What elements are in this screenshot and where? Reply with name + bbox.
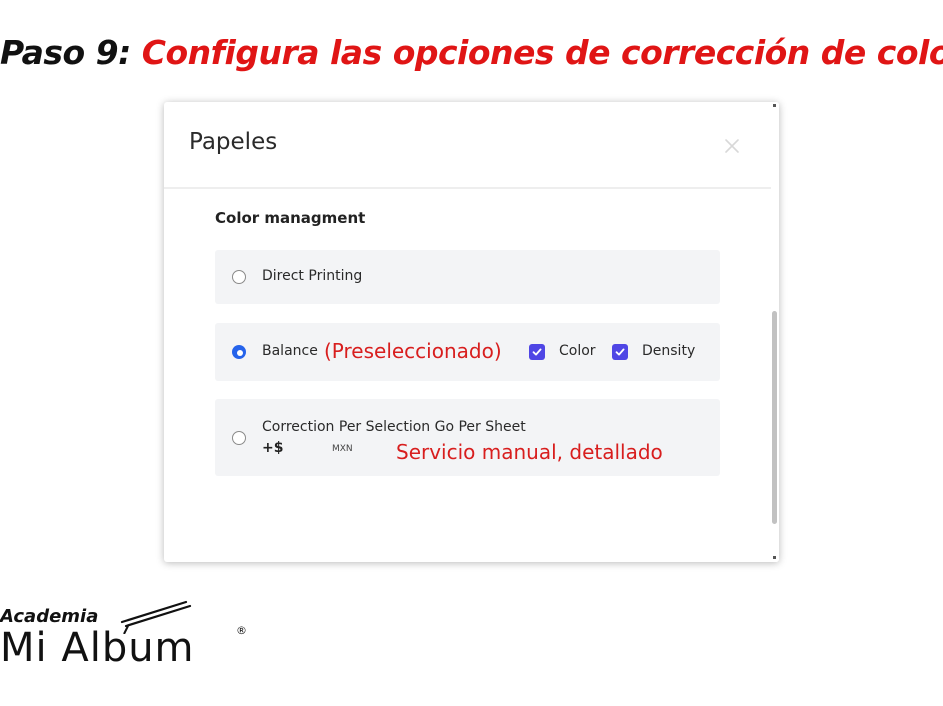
close-icon[interactable] [718,132,746,160]
logo-mi-album-text: Mi Album [0,625,195,671]
checkbox-label-density: Density [642,343,696,359]
modal-header: Papeles [164,102,771,189]
scrollbar-thumb[interactable] [772,311,777,524]
option-label: Balance [262,343,318,359]
modal-title: Papeles [189,129,278,155]
option-label: Direct Printing [262,268,363,284]
annotation-manual-service: Servicio manual, detallado [396,440,663,464]
logo-academia-text: Academia [0,606,99,627]
option-correction-per-selection[interactable]: Correction Per Selection Go Per Sheet +$… [215,399,720,476]
check-icon [532,348,542,356]
option-direct-printing[interactable]: Direct Printing [215,250,720,304]
option-label: Correction Per Selection Go Per Sheet [262,419,526,435]
checkbox-color[interactable] [529,344,545,360]
price-prefix: +$ [262,440,284,456]
radio-direct-printing[interactable] [232,270,246,284]
radio-balance[interactable] [232,345,246,359]
step-prefix: Paso 9: [0,33,142,72]
step-heading: Paso 9: Configura las opciones de correc… [0,30,943,80]
currency-label: MXN [332,444,353,454]
section-label-color-management: Color managment [215,209,366,227]
checkbox-label-color: Color [559,343,596,359]
option-balance[interactable]: Balance (Preseleccionado) Color Density [215,323,720,381]
step-title: Configura las opciones de corrección de … [141,33,943,72]
check-icon [615,348,625,356]
scroll-down-arrow[interactable] [773,556,776,559]
annotation-preselected: (Preseleccionado) [324,339,502,363]
academia-mi-album-logo: Academia Mi Album ® [0,600,260,680]
checkbox-density[interactable] [612,344,628,360]
logo-registered-mark: ® [236,624,247,637]
scroll-up-arrow[interactable] [773,104,776,107]
close-button[interactable] [718,132,746,160]
radio-correction-per-selection[interactable] [232,431,246,445]
papeles-modal: Papeles Color managment Direct Printing … [164,102,779,562]
